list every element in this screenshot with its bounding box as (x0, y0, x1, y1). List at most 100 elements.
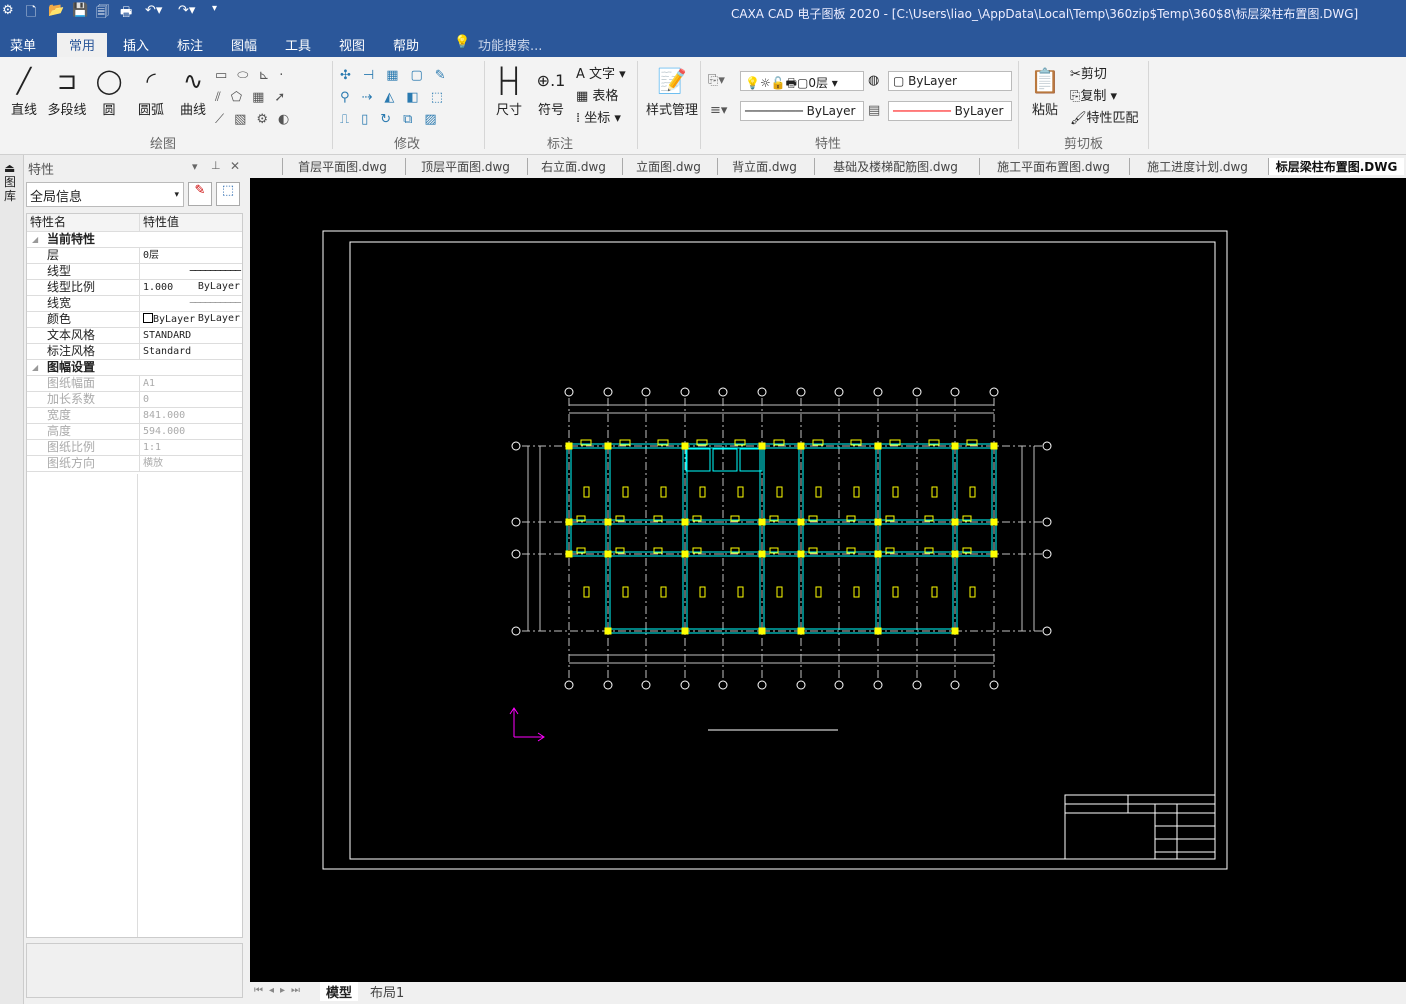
cut-button[interactable]: ✂剪切 (1070, 63, 1107, 82)
text-button[interactable]: A 文字 ▾ (576, 63, 626, 82)
line-icon: ╱ (16, 67, 32, 95)
open-icon[interactable]: 📂 (48, 3, 64, 18)
lineweight-select[interactable]: ──────── ByLayer (888, 101, 1012, 121)
beam-tag (699, 586, 706, 598)
axis-bubble (834, 680, 844, 690)
redo-icon[interactable]: ↷▾ (178, 3, 195, 18)
beam-tag (660, 486, 667, 498)
undo-icon[interactable]: ↶▾ (145, 3, 162, 18)
save-as-icon[interactable]: 🗐 (96, 3, 109, 25)
layer-manager-icon[interactable]: ⎘▾ (708, 73, 725, 88)
property-row[interactable]: 线型比例 1.000 (27, 280, 242, 296)
copy-button[interactable]: ⎘复制 ▾ (1070, 85, 1117, 104)
close-icon[interactable]: ✕ (230, 159, 240, 173)
style-manager-button[interactable]: 📝 样式管理 (644, 63, 700, 118)
tab-tools[interactable]: 工具 (285, 35, 311, 54)
panel-menu-icon[interactable]: ▾ (192, 160, 198, 173)
annotate-group-label: 标注 (547, 137, 574, 152)
property-row[interactable]: 加长系数 0 (27, 392, 242, 408)
modify-group-label: 修改 (394, 137, 421, 152)
save-icon[interactable]: 💾 (72, 3, 88, 18)
doc-tab[interactable]: 施工平面布置图.dwg (979, 158, 1127, 175)
clear-selection-button[interactable]: ✎ (188, 182, 212, 206)
axis-bubble (989, 387, 999, 397)
tab-annotate[interactable]: 标注 (177, 35, 203, 54)
circle-button[interactable]: ◯ 圆 (94, 63, 124, 118)
property-row[interactable]: 图纸幅面 A1 (27, 376, 242, 392)
column (565, 550, 573, 558)
layout-tab-model[interactable]: 模型 (320, 982, 359, 1001)
beam-tag (699, 486, 706, 498)
layout-tab-layout1[interactable]: 布局1 (364, 982, 410, 1001)
symbol-button[interactable]: ⊕.1 符号 (534, 63, 568, 118)
paste-button[interactable]: 📋 粘贴 (1028, 63, 1062, 118)
axis-bubble (603, 680, 613, 690)
library-tab[interactable]: ⏏ 图库 (4, 161, 20, 203)
title-bar: ⚙ 🗋 📂 💾 🗐 🖶 ↶▾ ↷▾ ▾ CAXA CAD 电子图板 2020 -… (0, 0, 1406, 30)
library-icon: ⏏ (4, 161, 16, 175)
pin-icon[interactable]: ⊥ (211, 159, 221, 172)
arc-button[interactable]: ◜ 圆弧 (135, 63, 167, 118)
linetype-icon[interactable]: ≡▾ (710, 103, 727, 118)
column (681, 627, 689, 635)
doc-tab[interactable]: 施工进度计划.dwg (1129, 158, 1265, 175)
lineweight-icon[interactable]: ▤ (868, 103, 880, 118)
column (681, 442, 689, 450)
property-row[interactable]: 高度 594.000 (27, 424, 242, 440)
column (797, 627, 805, 635)
doc-tab[interactable]: 基础及楼梯配筋图.dwg (814, 158, 976, 175)
property-row[interactable]: 颜色 ByLayer (27, 312, 242, 328)
print-icon[interactable]: 🖶 (120, 3, 132, 25)
dimension-button[interactable]: ├┤ 尺寸 (492, 63, 526, 118)
doc-tab[interactable]: 背立面.dwg (717, 158, 811, 175)
draw-tools-grid[interactable]: ▭⬭⊾· ⫽⬠▦➚ ⟋▧⚙◐ (215, 65, 325, 131)
category-row[interactable]: ◢ 当前特性 (27, 232, 242, 248)
doc-tab[interactable]: 右立面.dwg (527, 158, 619, 175)
match-properties-button[interactable]: 🖌特性匹配 (1070, 107, 1139, 126)
object-selector[interactable]: 全局信息 ▾ (26, 182, 184, 207)
property-row[interactable]: 标注风格 Standard (27, 344, 242, 360)
document-tabs: 首层平面图.dwg 顶层平面图.dwg 右立面.dwg 立面图.dwg 背立面.dwg 基… (250, 155, 1406, 178)
arc-icon: ◜ (146, 67, 156, 95)
line-button[interactable]: ╱ 直线 (8, 63, 40, 118)
customize-icon[interactable]: ▾ (212, 3, 217, 14)
property-row[interactable]: 图纸比例 1:1 (27, 440, 242, 456)
tab-sheet[interactable]: 图幅 (231, 35, 257, 54)
table-button[interactable]: ▦ 表格 (576, 85, 618, 104)
tab-nav-arrows[interactable]: ⏮◂▸⏭ (254, 985, 306, 996)
doc-tab[interactable]: 首层平面图.dwg (282, 158, 402, 175)
property-row[interactable]: 线宽 ────────── ByLayer (27, 296, 244, 324)
tab-insert[interactable]: 插入 (123, 35, 149, 54)
linetype-select[interactable]: ──────── ByLayer (740, 101, 864, 121)
property-row[interactable]: 层 0层 (27, 248, 242, 264)
property-row[interactable]: 宽度 841.000 (27, 408, 242, 424)
feature-search[interactable]: 功能搜索... (478, 35, 542, 54)
tab-menu[interactable]: 菜单 (10, 35, 36, 54)
column (951, 442, 959, 450)
new-icon[interactable]: 🗋 (26, 3, 36, 25)
modify-tools-grid[interactable]: ✣⊣▦▢✎ ⚲⇢◭◧⬚ ⎍▯↻⧉▨ (340, 65, 480, 131)
doc-tab[interactable]: 立面图.dwg (622, 158, 714, 175)
drawing-canvas[interactable] (250, 178, 1406, 982)
color-wheel-icon[interactable]: ◍ (868, 73, 879, 88)
tab-help[interactable]: 帮助 (393, 35, 419, 54)
select-cursor-icon: ⬚ (221, 183, 235, 198)
polyline-button[interactable]: ⊐ 多段线 (46, 63, 88, 118)
property-row[interactable]: 文本风格 STANDARD (27, 328, 242, 344)
property-row[interactable]: 线型 ────────── ByLayer (27, 264, 242, 292)
stair-outline (712, 448, 738, 472)
doc-tab[interactable]: 顶层平面图.dwg (405, 158, 525, 175)
color-select[interactable]: ▢ ByLayer (888, 71, 1012, 91)
tab-common[interactable]: 常用 (57, 33, 108, 57)
property-value: ────────── ByLayer (139, 296, 244, 324)
layer-select[interactable]: 💡☼🔓🖶▢0层 ▾ (740, 71, 864, 91)
column (604, 627, 612, 635)
curve-button[interactable]: ∿ 曲线 (176, 63, 210, 118)
doc-tab[interactable]: 标层梁柱布置图.DWG (1268, 158, 1404, 175)
category-row[interactable]: ◢ 图幅设置 (27, 360, 242, 376)
coordinate-button[interactable]: ⁞ 坐标 ▾ (576, 107, 621, 126)
property-row[interactable]: 图纸方向 横放 (27, 456, 242, 472)
column (874, 627, 882, 635)
quick-select-button[interactable]: ⬚ (216, 182, 240, 206)
tab-view[interactable]: 视图 (339, 35, 365, 54)
